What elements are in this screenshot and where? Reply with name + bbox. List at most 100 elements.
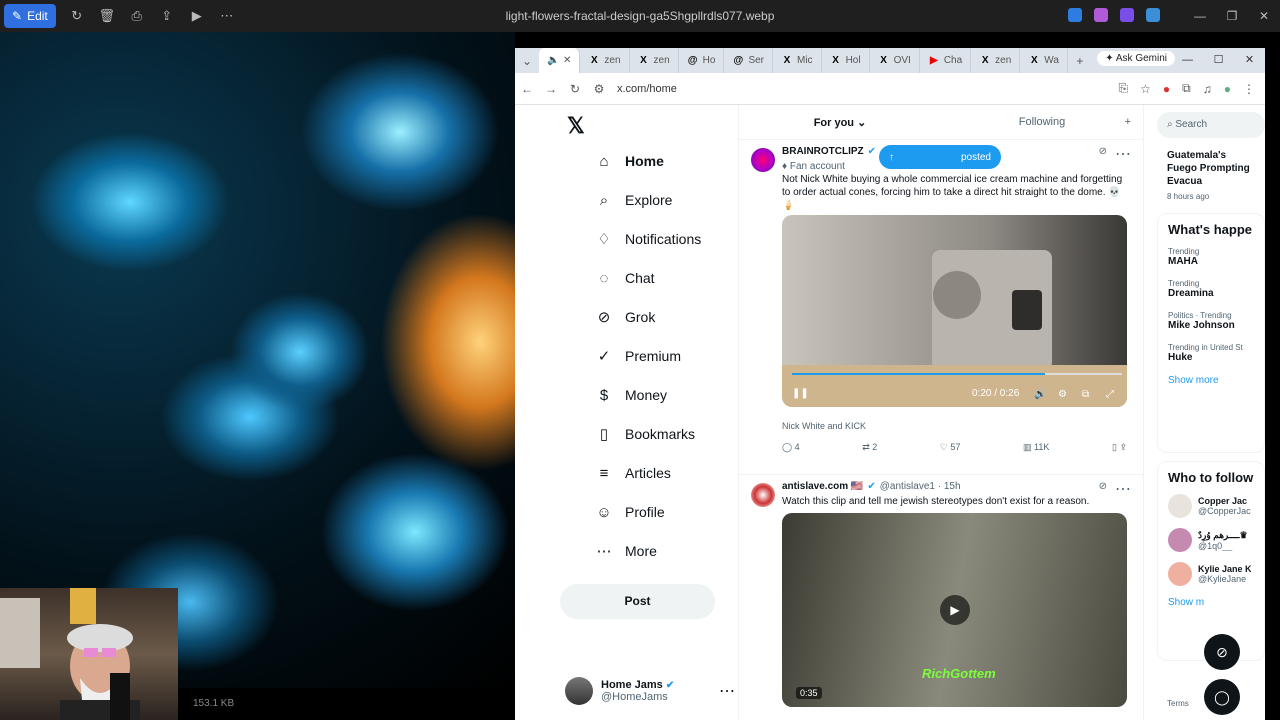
settings-icon[interactable]: ⚙ <box>1058 389 1067 400</box>
follow-suggestion[interactable]: Copper Jac @CopperJac <box>1158 489 1264 523</box>
nav-item-grok[interactable]: ⊘ Grok <box>595 302 735 332</box>
ask-gemini-button[interactable]: ✦ Ask Gemini <box>1097 51 1175 66</box>
share-icon[interactable]: ⇪ <box>152 8 182 24</box>
more-options-icon[interactable]: ⋯ <box>212 8 242 24</box>
repost-button[interactable]: ⇄ 2 <box>862 442 877 453</box>
tab-2[interactable]: Xzen <box>630 48 679 73</box>
news-card[interactable]: Guatemala's Fuego Prompting Evacua 8 hou… <box>1157 145 1265 205</box>
nav-item-money[interactable]: $ Money <box>595 380 735 410</box>
close-icon[interactable]: ✕ <box>1248 0 1280 32</box>
nav-item-notifications[interactable]: ♢ Notifications <box>595 224 735 254</box>
video-player[interactable]: ❚❚ 0:20 / 0:26 🔊 ⚙ ⧉ ⤢ <box>782 215 1127 407</box>
grok-icon[interactable]: ⊘ <box>1099 146 1107 157</box>
nav-item-articles[interactable]: ≡ Articles <box>595 458 735 488</box>
tab-search-icon[interactable]: ⌄ <box>515 54 539 68</box>
more-icon[interactable]: ⋯ <box>719 681 735 701</box>
minimize-icon[interactable]: — <box>1172 48 1203 73</box>
like-button[interactable]: ♡ 57 <box>940 442 961 453</box>
minimize-icon[interactable]: — <box>1184 0 1216 32</box>
tab-6[interactable]: X Hol <box>822 48 870 73</box>
trend-item[interactable]: Trending Dreamina <box>1158 273 1264 305</box>
account-handle: @HomeJams <box>601 691 668 703</box>
nav-item-more[interactable]: ⋯ More <box>595 536 735 566</box>
tab-9[interactable]: Xzen <box>971 48 1021 73</box>
follow-suggestion[interactable]: Kylie Jane K @KylieJane <box>1158 557 1264 591</box>
show-more-link[interactable]: Show more <box>1158 369 1264 392</box>
bookmark-star-icon[interactable]: ☆ <box>1140 82 1151 96</box>
account-switcher[interactable]: Home Jams ✔ @HomeJams ⋯ <box>565 671 739 711</box>
maximize-icon[interactable]: ❐ <box>1216 0 1248 32</box>
edit-button[interactable]: ✎ Edit <box>4 4 56 28</box>
terms-link[interactable]: Terms <box>1167 699 1189 708</box>
tweet[interactable]: BRAINROTCLIPZ ✔ ↑ posted ⊘ ⋯ ♦ Fan accou… <box>739 140 1143 475</box>
grok-icon[interactable]: ⊘ <box>1099 481 1107 492</box>
new-tab-icon[interactable]: + <box>1068 54 1092 68</box>
fullscreen-icon[interactable]: ⤢ <box>1106 389 1114 400</box>
install-app-icon[interactable]: ⎘ <box>1119 81 1129 96</box>
forward-icon[interactable]: → <box>539 82 563 96</box>
tweet[interactable]: antislave.com 🇺🇸 ✔ @antislave1 · 15h ⊘ ⋯… <box>739 475 1143 720</box>
x-logo-icon[interactable]: 𝕏 <box>567 113 585 139</box>
nav-item-bookmarks[interactable]: ▯ Bookmarks <box>595 419 735 449</box>
follow-suggestion[interactable]: ــــرهم وُرِدٌ♛ @1q0__ <box>1158 523 1264 557</box>
rotate-icon[interactable]: ↻ <box>62 8 92 24</box>
tab-close-icon[interactable]: ✕ <box>563 55 571 66</box>
nav-item-premium[interactable]: ✓ Premium <box>595 341 735 371</box>
trend-item[interactable]: Trending in United St Huke <box>1158 337 1264 369</box>
tab-following[interactable]: Following <box>941 116 1143 128</box>
app-icon-4[interactable] <box>1146 8 1160 22</box>
play-icon[interactable]: ▶ <box>940 595 970 625</box>
url-field[interactable]: x.com/home <box>617 83 677 95</box>
browser-menu-icon[interactable]: ⋮ <box>1243 82 1255 96</box>
tab-1[interactable]: Xzen <box>580 48 630 73</box>
nav-item-home[interactable]: ⌂ Home <box>595 146 735 176</box>
maximize-icon[interactable]: ☐ <box>1203 48 1234 73</box>
pip-icon[interactable]: ⧉ <box>1082 389 1089 400</box>
tab-active[interactable]: 🔈 ✕ <box>539 48 581 73</box>
grok-fab[interactable]: ⊘ <box>1204 634 1240 670</box>
tweet-author[interactable]: BRAINROTCLIPZ <box>782 146 864 157</box>
back-icon[interactable]: ← <box>515 82 539 96</box>
tweet-author[interactable]: antislave.com 🇺🇸 <box>782 481 863 492</box>
tab-5[interactable]: X Mic <box>773 48 822 73</box>
avatar[interactable] <box>751 148 775 172</box>
app-icon-2[interactable] <box>1094 8 1108 22</box>
nav-item-chat[interactable]: ◌ Chat <box>595 263 735 293</box>
bookmark-icon[interactable]: ▯ ⇪ <box>1112 442 1127 453</box>
profile-avatar-icon[interactable]: ● <box>1224 82 1231 96</box>
tab-10[interactable]: X Wa <box>1020 48 1068 73</box>
app-icon-3[interactable] <box>1120 8 1134 22</box>
plus-icon[interactable]: + <box>1125 116 1131 128</box>
tab-4[interactable]: @ Ser <box>724 48 773 73</box>
share-icon[interactable]: ⇪ <box>1119 442 1127 452</box>
search-input[interactable]: ⌕ Search <box>1157 112 1265 138</box>
app-icon-1[interactable] <box>1068 8 1082 22</box>
reply-button[interactable]: ◯ 4 <box>782 442 800 453</box>
post-button[interactable]: Post <box>560 584 715 619</box>
volume-icon[interactable]: 🔊 <box>1034 389 1046 400</box>
adblock-icon[interactable]: ● <box>1163 82 1170 96</box>
video-player[interactable]: ▶ 0:35 RichGottem <box>782 513 1127 707</box>
site-info-icon[interactable]: ⚙ <box>587 82 611 96</box>
tab-3[interactable]: @ Ho <box>679 48 725 73</box>
print-icon[interactable]: ⎙ <box>122 8 152 24</box>
tab-for-you[interactable]: For you ⌄ <box>739 116 941 129</box>
close-icon[interactable]: ✕ <box>1234 48 1265 73</box>
avatar[interactable] <box>751 483 775 507</box>
tweet-handle[interactable]: @antislave1 · 15h <box>880 481 961 492</box>
messages-fab[interactable]: ◯ <box>1204 679 1240 715</box>
media-control-icon[interactable]: ♫ <box>1203 82 1212 96</box>
views-button[interactable]: ▥ 11K <box>1023 442 1049 453</box>
nav-item-profile[interactable]: ☺ Profile <box>595 497 735 527</box>
trend-item[interactable]: Trending MAHA <box>1158 241 1264 273</box>
reload-icon[interactable]: ↻ <box>563 82 587 96</box>
slideshow-icon[interactable]: ▶ <box>182 8 212 24</box>
show-more-link[interactable]: Show m <box>1158 591 1264 614</box>
tab-8[interactable]: ▶ Cha <box>920 48 972 73</box>
tab-7[interactable]: X OVI <box>870 48 920 73</box>
pause-icon[interactable]: ❚❚ <box>792 388 809 399</box>
extensions-icon[interactable]: ⧉ <box>1182 81 1191 96</box>
trend-item[interactable]: Politics · Trending Mike Johnson <box>1158 305 1264 337</box>
nav-item-explore[interactable]: ⌕ Explore <box>595 185 735 215</box>
delete-icon[interactable]: 🗑 <box>92 8 122 24</box>
